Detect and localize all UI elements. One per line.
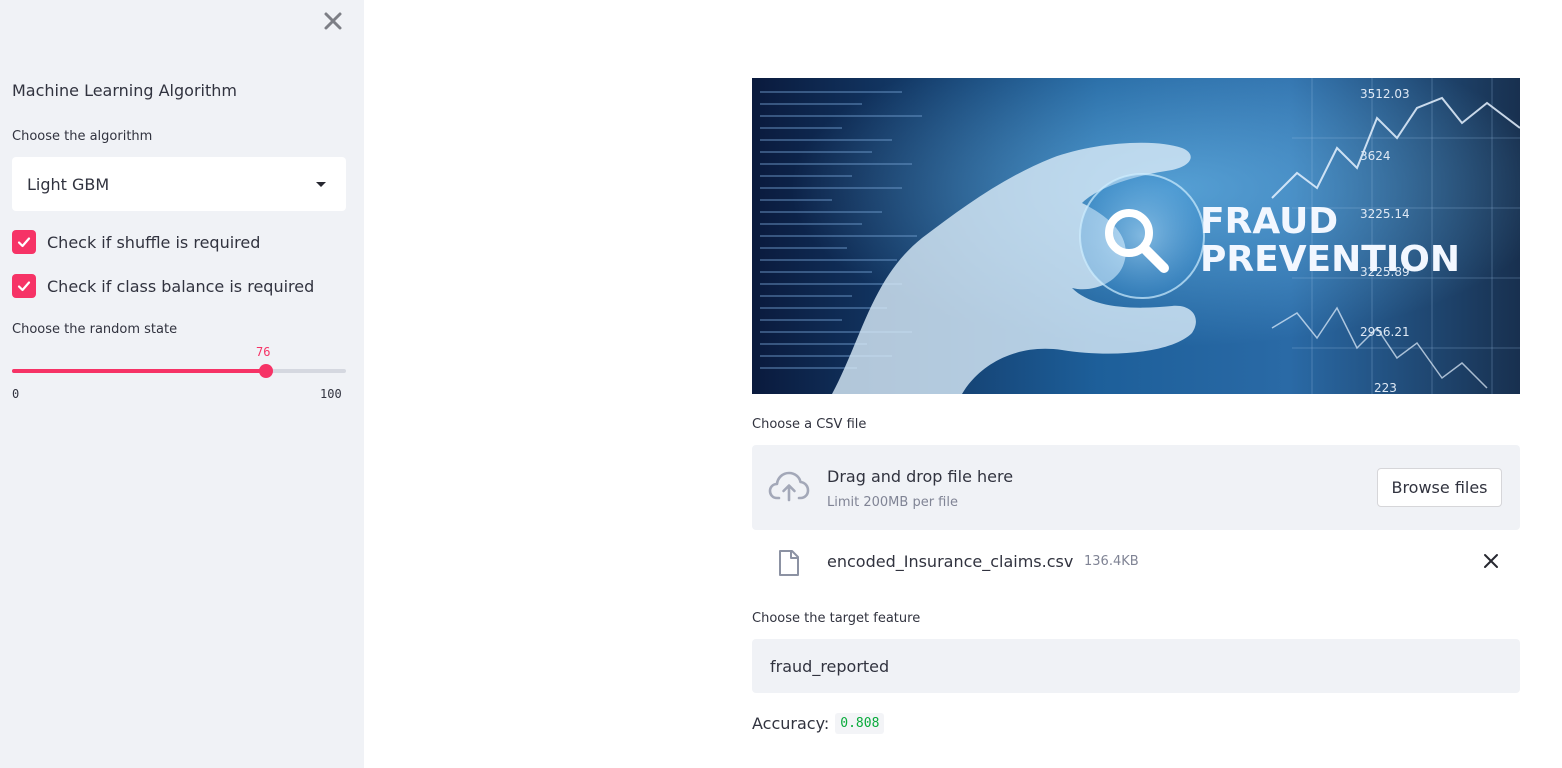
browse-files-button[interactable]: Browse files	[1377, 468, 1502, 507]
shuffle-checkbox-row[interactable]: Check if shuffle is required	[12, 229, 260, 255]
class-balance-label: Check if class balance is required	[47, 276, 315, 296]
target-feature-label: Choose the target feature	[752, 611, 921, 626]
banner-line2: PREVENTION	[1200, 239, 1460, 280]
shuffle-checkbox[interactable]	[12, 230, 36, 254]
random-state-slider[interactable]	[12, 364, 346, 378]
target-feature-input[interactable]: fraud_reported	[752, 639, 1520, 693]
file-size: 136.4KB	[1084, 554, 1139, 569]
banner-tick: 3624	[1360, 149, 1391, 163]
accuracy-label: Accuracy:	[752, 714, 830, 733]
uploaded-file-row: encoded_Insurance_claims.csv 136.4KB	[752, 540, 1520, 584]
algorithm-selected-value: Light GBM	[27, 174, 110, 194]
file-icon	[778, 549, 800, 577]
algorithm-label: Choose the algorithm	[12, 129, 153, 144]
chevron-down-icon	[316, 182, 326, 187]
slider-fill	[12, 369, 266, 373]
cloud-upload-icon	[768, 469, 810, 503]
accuracy-output: Accuracy: 0.808	[752, 713, 885, 734]
accuracy-value: 0.808	[835, 713, 885, 734]
slider-thumb[interactable]	[258, 364, 273, 378]
slider-max-label: 100	[320, 387, 342, 401]
drop-text: Drag and drop file here	[827, 467, 1014, 486]
shuffle-label: Check if shuffle is required	[47, 232, 261, 252]
remove-file-icon[interactable]	[1482, 552, 1500, 570]
limit-text: Limit 200MB per file	[827, 495, 958, 510]
check-icon	[17, 281, 31, 292]
file-dropzone[interactable]: Drag and drop file here Limit 200MB per …	[752, 445, 1520, 530]
algorithm-select[interactable]: Light GBM	[12, 157, 346, 211]
banner-tick: 3512.03	[1360, 87, 1410, 101]
class-balance-checkbox-row[interactable]: Check if class balance is required	[12, 273, 314, 299]
slider-min-label: 0	[12, 387, 20, 401]
banner-tick: 3225.14	[1360, 207, 1410, 221]
sidebar: Machine Learning Algorithm Choose the al…	[0, 0, 364, 768]
random-state-label: Choose the random state	[12, 322, 178, 337]
banner-tick: 223	[1374, 381, 1397, 394]
banner-tick: 2956.21	[1360, 325, 1410, 339]
banner-line1: FRAUD	[1200, 201, 1338, 242]
class-balance-checkbox[interactable]	[12, 274, 36, 298]
sidebar-title: Machine Learning Algorithm	[12, 81, 237, 100]
check-icon	[17, 237, 31, 248]
file-name: encoded_Insurance_claims.csv	[827, 552, 1074, 571]
slider-value: 76	[256, 345, 271, 359]
fraud-prevention-banner: 3512.03 3624 3225.14 3225.89 2956.21 223…	[752, 78, 1520, 394]
csv-upload-label: Choose a CSV file	[752, 417, 867, 432]
close-icon[interactable]	[322, 10, 344, 32]
